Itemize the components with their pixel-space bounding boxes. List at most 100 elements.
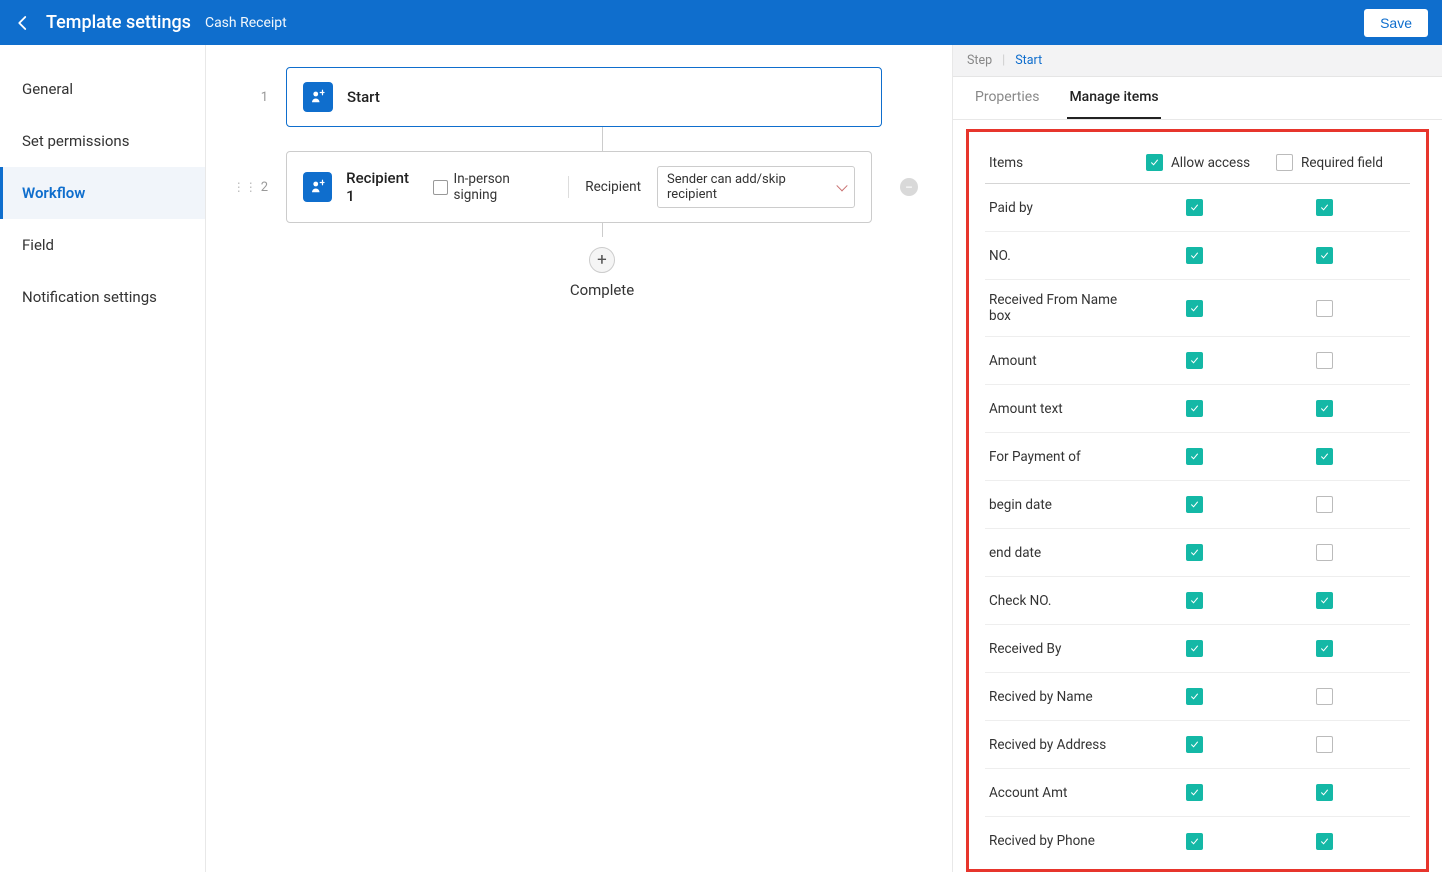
vertical-divider: [568, 176, 569, 198]
allow-access-checkbox[interactable]: [1186, 688, 1203, 705]
breadcrumb-current[interactable]: Start: [1015, 53, 1042, 68]
allow-access-checkbox[interactable]: [1186, 352, 1203, 369]
recipient-options-select[interactable]: Sender can add/skip recipient: [657, 166, 855, 208]
item-row: For Payment of: [985, 433, 1410, 481]
allow-access-header-checkbox[interactable]: [1146, 154, 1163, 171]
page-title: Template settings: [46, 12, 191, 33]
workflow-connector: [602, 223, 603, 237]
required-checkbox[interactable]: [1316, 688, 1333, 705]
allow-access-checkbox[interactable]: [1186, 640, 1203, 657]
sidebar-item-general[interactable]: General: [0, 63, 205, 115]
remove-step-button[interactable]: [900, 178, 918, 196]
allow-access-checkbox[interactable]: [1186, 544, 1203, 561]
complete-label: Complete: [286, 281, 918, 299]
required-checkbox[interactable]: [1316, 300, 1333, 317]
in-person-signing-checkbox[interactable]: In-person signing: [433, 171, 552, 203]
item-row: Recived by Address: [985, 721, 1410, 769]
breadcrumb-step: Step: [967, 53, 992, 68]
recipient-step-icon: [303, 172, 332, 202]
allow-access-checkbox[interactable]: [1186, 496, 1203, 513]
allow-access-checkbox[interactable]: [1186, 448, 1203, 465]
item-name: NO.: [989, 248, 1146, 264]
item-name: Amount text: [989, 401, 1146, 417]
item-row: begin date: [985, 481, 1410, 529]
drag-handle-icon[interactable]: ⋮⋮: [233, 180, 257, 194]
item-row: Amount: [985, 337, 1410, 385]
required-checkbox[interactable]: [1316, 400, 1333, 417]
panel-tabs: Properties Manage items: [953, 77, 1442, 120]
right-panel: Step | Start Properties Manage items Ite…: [952, 45, 1442, 872]
page-subtitle: Cash Receipt: [205, 15, 287, 31]
workflow-canvas: 1 Start ⋮⋮ 2 Recipient 1: [206, 45, 952, 872]
back-icon[interactable]: [14, 14, 32, 32]
allow-access-checkbox[interactable]: [1186, 784, 1203, 801]
column-items: Items: [989, 155, 1146, 171]
item-name: Recived by Address: [989, 737, 1146, 753]
item-name: end date: [989, 545, 1146, 561]
role-label: Recipient: [585, 179, 641, 195]
item-name: Received From Name box: [989, 292, 1146, 324]
item-row: Recived by Phone: [985, 817, 1410, 865]
add-step-button[interactable]: +: [589, 247, 615, 273]
column-required: Required field: [1301, 155, 1383, 171]
item-name: Recived by Name: [989, 689, 1146, 705]
start-step-icon: [303, 82, 333, 112]
item-row: Paid by: [985, 184, 1410, 232]
sidebar-item-set-permissions[interactable]: Set permissions: [0, 115, 205, 167]
required-checkbox[interactable]: [1316, 247, 1333, 264]
required-header-checkbox[interactable]: [1276, 154, 1293, 171]
item-name: Paid by: [989, 200, 1146, 216]
workflow-connector: [602, 127, 603, 151]
item-name: Amount: [989, 353, 1146, 369]
required-checkbox[interactable]: [1316, 592, 1333, 609]
item-row: NO.: [985, 232, 1410, 280]
workflow-recipient-card[interactable]: Recipient 1 In-person signing Recipient …: [286, 151, 872, 223]
required-checkbox[interactable]: [1316, 544, 1333, 561]
required-checkbox[interactable]: [1316, 784, 1333, 801]
save-button[interactable]: Save: [1364, 9, 1428, 37]
sidebar-item-notification-settings[interactable]: Notification settings: [0, 271, 205, 323]
breadcrumb-separator: |: [1002, 53, 1005, 68]
step-title: Start: [347, 88, 380, 106]
sidebar-item-field[interactable]: Field: [0, 219, 205, 271]
allow-access-checkbox[interactable]: [1186, 247, 1203, 264]
tab-properties[interactable]: Properties: [973, 77, 1041, 119]
item-row: end date: [985, 529, 1410, 577]
item-name: Received By: [989, 641, 1146, 657]
breadcrumb: Step | Start: [953, 45, 1442, 77]
allow-access-checkbox[interactable]: [1186, 736, 1203, 753]
required-checkbox[interactable]: [1316, 199, 1333, 216]
item-name: Account Amt: [989, 785, 1146, 801]
column-allow-access: Allow access: [1171, 155, 1250, 171]
allow-access-checkbox[interactable]: [1186, 833, 1203, 850]
item-row: Recived by Name: [985, 673, 1410, 721]
step-number: 1: [240, 90, 268, 105]
item-row: Received From Name box: [985, 280, 1410, 337]
allow-access-checkbox[interactable]: [1186, 592, 1203, 609]
required-checkbox[interactable]: [1316, 736, 1333, 753]
items-table-header: Items Allow access Required field: [985, 142, 1410, 184]
step-number: ⋮⋮ 2: [240, 180, 268, 195]
tab-manage-items[interactable]: Manage items: [1067, 77, 1160, 119]
item-name: Recived by Phone: [989, 833, 1146, 849]
required-checkbox[interactable]: [1316, 640, 1333, 657]
allow-access-checkbox[interactable]: [1186, 300, 1203, 317]
allow-access-checkbox[interactable]: [1186, 400, 1203, 417]
item-row: Check NO.: [985, 577, 1410, 625]
item-row: Amount text: [985, 385, 1410, 433]
required-checkbox[interactable]: [1316, 833, 1333, 850]
item-row: Account Amt: [985, 769, 1410, 817]
item-name: begin date: [989, 497, 1146, 513]
required-checkbox[interactable]: [1316, 496, 1333, 513]
required-checkbox[interactable]: [1316, 352, 1333, 369]
items-highlight-box: Items Allow access Required field Paid b…: [966, 129, 1429, 872]
item-name: Check NO.: [989, 593, 1146, 609]
item-row: Received By: [985, 625, 1410, 673]
item-name: For Payment of: [989, 449, 1146, 465]
workflow-start-card[interactable]: Start: [286, 67, 882, 127]
sidebar: General Set permissions Workflow Field N…: [0, 45, 206, 872]
sidebar-item-workflow[interactable]: Workflow: [0, 167, 205, 219]
allow-access-checkbox[interactable]: [1186, 199, 1203, 216]
app-header: Template settings Cash Receipt Save: [0, 0, 1442, 45]
required-checkbox[interactable]: [1316, 448, 1333, 465]
